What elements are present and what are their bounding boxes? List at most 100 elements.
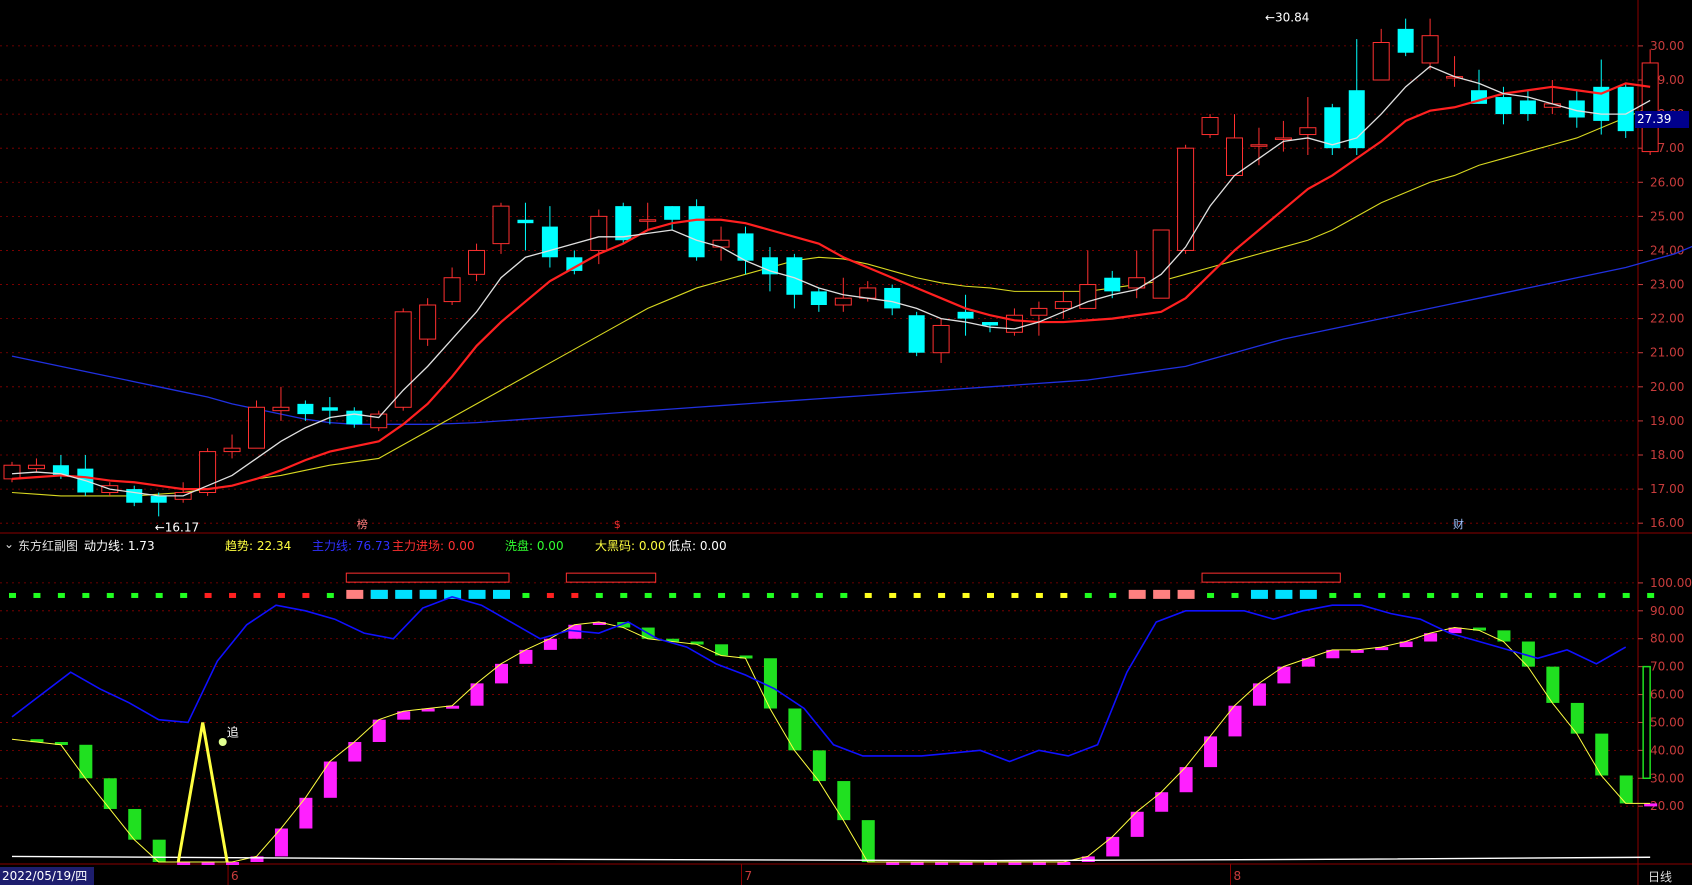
signal-flag (864, 592, 872, 598)
stock-chart[interactable]: 16.00 17.00 18.00 19.00 20.00 21.00 22.00 23.00… (0, 0, 1692, 885)
pink-block (1128, 589, 1146, 599)
signal-flag (1598, 592, 1606, 598)
candle-up (248, 406, 265, 449)
candle-down (737, 233, 754, 261)
indicator-tick-label: 30.00 (1650, 771, 1684, 785)
cyan-block (1250, 589, 1268, 599)
high-annotation: ←30.84 (1265, 10, 1309, 24)
low-annotation: ←16.17 (155, 520, 199, 534)
cyan-block (1275, 589, 1293, 599)
signal-flag (815, 592, 823, 598)
signal-flag (571, 592, 579, 598)
candle-down (884, 287, 901, 309)
signal-flag (1353, 592, 1361, 598)
cyan-block (370, 589, 388, 599)
candle-down (761, 257, 778, 275)
signal-flag (33, 592, 41, 598)
signal-flag (742, 592, 750, 598)
candle-up (419, 304, 437, 340)
cyan-block (493, 589, 510, 599)
candle-down (1495, 97, 1512, 115)
signal-flag (913, 592, 921, 598)
signal-flag (9, 592, 16, 598)
signal-flag (1378, 592, 1386, 598)
indicator-tick-label: 80.00 (1650, 632, 1684, 646)
candle-down (1104, 277, 1121, 292)
signal-flag (1549, 592, 1557, 598)
candle-up (272, 406, 290, 412)
candle-down (1519, 100, 1536, 115)
signal-flag (1573, 592, 1581, 598)
candle-up (859, 287, 877, 299)
signal-flag (1500, 592, 1508, 598)
candle-down (1324, 107, 1341, 149)
candle-down (1617, 86, 1634, 132)
signal-flag (1647, 592, 1655, 598)
signal-flag (1035, 592, 1043, 598)
candle-up (1054, 301, 1072, 309)
price-tick-label: 18.00 (1650, 448, 1684, 462)
candle-up (932, 324, 950, 354)
candle-down (517, 219, 534, 224)
cyan-block (419, 589, 437, 599)
candle-down (688, 206, 705, 258)
candle-up (492, 205, 510, 245)
pink-block (1153, 589, 1171, 599)
month-tick-label: 6 (231, 869, 239, 883)
signal-flag (791, 592, 799, 598)
signal-flag (1402, 592, 1410, 598)
candle-up (1030, 307, 1048, 316)
candle-down (297, 403, 314, 415)
signal-flag (546, 592, 554, 598)
indicator-title[interactable]: 东方红副图 (18, 537, 78, 554)
indicator-tick-label: 70.00 (1650, 660, 1684, 674)
candle-up (1641, 62, 1659, 153)
candle-down (908, 315, 925, 353)
candle-down (321, 407, 338, 411)
signal-flag (718, 592, 726, 598)
legend-trend: 趋势: 22.34 (225, 539, 292, 553)
price-tick-label: 26.00 (1650, 175, 1684, 189)
legend-power-line: 动力线: 1.73 (84, 539, 155, 553)
signal-flag (1060, 592, 1068, 598)
candle-up (443, 277, 461, 303)
price-tick-label: 16.00 (1650, 516, 1684, 530)
legend-low-point: 低点: 0.00 (668, 539, 727, 553)
signal-flag (938, 592, 946, 598)
signal-flag (522, 592, 530, 598)
signal-flag (131, 592, 139, 598)
signal-flag (302, 592, 310, 598)
price-tick-label: 19.00 (1650, 414, 1684, 428)
last-price-badge: 27.39 (1635, 111, 1689, 128)
signal-flag (1329, 592, 1337, 598)
indicator-tick-label: 50.00 (1650, 715, 1684, 729)
price-tick-label: 22.00 (1650, 312, 1684, 326)
price-tick-label: 25.00 (1650, 209, 1684, 223)
signal-flag (106, 592, 114, 598)
signal-flag (1427, 592, 1435, 598)
cyan-block (395, 589, 413, 599)
candle-down (664, 206, 681, 220)
indicator-tick-label: 90.00 (1650, 604, 1684, 618)
candle-up (1079, 284, 1097, 309)
candle-down (810, 291, 827, 305)
signal-flag (204, 592, 212, 598)
signal-flag (326, 592, 334, 598)
indicator-collapse-icon[interactable]: ⌄ (4, 537, 14, 551)
candle-up (1152, 229, 1170, 299)
indicator-tick-label: 60.00 (1650, 688, 1684, 702)
price-tick-label: 20.00 (1650, 380, 1684, 394)
signal-flag (277, 592, 285, 598)
period-label[interactable]: 日线 (1648, 868, 1672, 885)
month-tick-label: 7 (745, 869, 753, 883)
signal-flag (57, 592, 65, 598)
candle-up (1005, 314, 1023, 333)
signal-flag (669, 592, 677, 598)
candle-up (1177, 147, 1195, 251)
candle-up (1372, 42, 1390, 81)
signal-flag (253, 592, 261, 598)
candle-up (1299, 127, 1317, 136)
candle-up (1250, 144, 1268, 147)
candle-down (1397, 28, 1414, 53)
signal-flag (644, 592, 652, 598)
